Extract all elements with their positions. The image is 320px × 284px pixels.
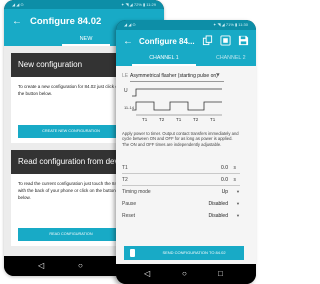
send-configuration-button[interactable]: SEND CONFIGURATION TO 84.02 <box>124 246 244 260</box>
function-code: LE <box>122 73 129 79</box>
nav-back-icon[interactable]: ◁ <box>38 261 44 270</box>
field-value[interactable]: Up <box>222 189 228 195</box>
new-configuration-card: New configuration To create a new config… <box>11 53 131 143</box>
function-select[interactable]: Asymmetrical flasher (starting pulse on) <box>130 73 218 79</box>
chevron-down-icon[interactable]: ▼ <box>236 189 240 194</box>
app-bar: ← Configure 84... <box>116 30 256 54</box>
phone-icon <box>130 249 135 257</box>
nav-back-icon[interactable]: ◁ <box>144 269 150 278</box>
status-icons-left: ◢ ◢ ⊙ <box>124 22 136 27</box>
field-label: Timing mode <box>122 189 151 195</box>
chevron-down-icon[interactable]: ▼ <box>236 201 240 206</box>
t2-marker: T2 <box>193 117 199 122</box>
back-arrow-icon[interactable]: ← <box>12 16 22 27</box>
system-nav-bar: ◁ ○ □ <box>116 264 256 284</box>
supply-label: U <box>124 88 128 94</box>
field-value[interactable]: 0.0 <box>221 165 228 171</box>
contact-label: 11-14 <box>124 105 135 110</box>
tab-bar: CHANNEL 1 CHANNEL 2 <box>116 54 256 66</box>
field-label: Pause <box>122 201 137 207</box>
field-underline <box>122 185 240 186</box>
page-title: Configure 84... <box>139 37 195 46</box>
nav-home-icon[interactable]: ○ <box>78 261 83 270</box>
copy-icon[interactable] <box>202 35 213 46</box>
card-description: To read the current configuration just t… <box>18 181 124 200</box>
pause-select[interactable]: Pause Disabled ▼ <box>122 200 244 210</box>
t1-marker: T1 <box>176 117 182 122</box>
open-icon[interactable] <box>220 35 231 46</box>
field-unit: s <box>233 177 237 183</box>
page-title: Configure 84.02 <box>30 16 102 27</box>
send-button-label: SEND CONFIGURATION TO 84.02 <box>162 250 226 255</box>
supply-waveform <box>132 88 222 97</box>
card-description: To create a new configuration for 84.02 … <box>18 84 121 96</box>
chevron-down-icon[interactable]: ▼ <box>236 213 240 218</box>
card-heading: New configuration <box>11 53 131 77</box>
status-bar: ◢ ◢ ⊙ ✦ ◥ ◢ 72% ▮ 11:29 <box>4 0 164 9</box>
save-icon[interactable] <box>238 35 249 46</box>
t1-marker: T1 <box>210 117 216 122</box>
field-value[interactable]: Disabled <box>209 201 228 207</box>
select-underline <box>130 81 224 82</box>
nav-home-icon[interactable]: ○ <box>182 269 187 278</box>
timing-diagram: U 11-14 T1 T2 T1 T2 T1 <box>124 88 222 122</box>
field-value[interactable]: Disabled <box>209 213 228 219</box>
tab-channel-1[interactable]: CHANNEL 1 <box>132 55 196 61</box>
field-label: T2 <box>122 177 128 183</box>
field-underline <box>122 173 240 174</box>
t1-field[interactable]: T1 0.0 s <box>122 164 244 174</box>
function-description: Apply power to timer. Output contact tra… <box>122 131 239 147</box>
card-heading: Read configuration from dev <box>11 150 131 174</box>
tab-channel-2[interactable]: CHANNEL 2 <box>216 55 246 61</box>
timing-mode-select[interactable]: Timing mode Up ▼ <box>122 188 244 198</box>
t2-field[interactable]: T2 0.0 s <box>122 176 244 186</box>
create-new-configuration-button[interactable]: CREATE NEW CONFIGURATION <box>18 125 124 138</box>
status-icons-right: ✦ ◥ ◢ 71% ▮ 11:30 <box>213 22 248 27</box>
read-configuration-button[interactable]: READ CONFIGURATION <box>18 228 124 241</box>
status-icons-left: ◢ ◢ ⊙ <box>12 2 24 7</box>
chevron-down-icon[interactable]: ▼ <box>216 72 220 77</box>
t1-marker: T1 <box>142 117 148 122</box>
nav-recents-icon[interactable]: □ <box>218 269 223 278</box>
field-label: Reset <box>122 213 136 219</box>
status-bar: ◢ ◢ ⊙ ✦ ◥ ◢ 71% ▮ 11:30 <box>116 20 256 30</box>
main-content: LE Asymmetrical flasher (starting pulse … <box>116 66 256 264</box>
field-value[interactable]: 0.0 <box>221 177 228 183</box>
reset-select[interactable]: Reset Disabled ▼ <box>122 212 244 222</box>
front-phone-screen: ◢ ◢ ⊙ ✦ ◥ ◢ 71% ▮ 11:30 ← Configure 84..… <box>116 20 256 284</box>
back-arrow-icon[interactable]: ← <box>123 36 133 47</box>
field-unit: s <box>233 165 237 171</box>
read-configuration-card: Read configuration from dev To read the … <box>11 150 131 246</box>
status-icons-right: ✦ ◥ ◢ 72% ▮ 11:29 <box>121 2 156 7</box>
contact-waveform <box>132 101 222 111</box>
t2-marker: T2 <box>159 117 165 122</box>
field-label: T1 <box>122 165 128 171</box>
